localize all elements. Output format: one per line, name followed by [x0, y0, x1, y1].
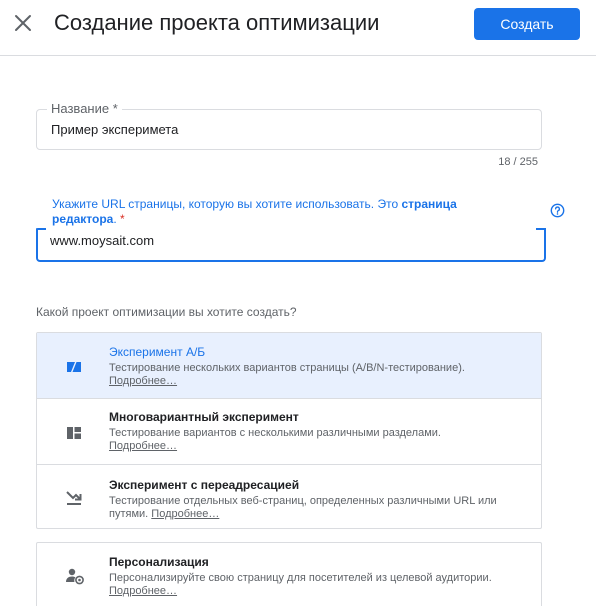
multivariate-icon [67, 427, 81, 439]
name-char-counter: 18 / 255 [498, 156, 538, 168]
option-title: Эксперимент с переадресацией [109, 478, 300, 492]
create-button[interactable]: Создать [474, 8, 580, 40]
required-star: * [120, 212, 125, 226]
project-type-question: Какой проект оптимизации вы хотите созда… [36, 305, 297, 319]
option-title: Многовариантный эксперимент [109, 410, 299, 424]
url-input[interactable]: www.moysait.com [36, 228, 546, 262]
option-redirect-test[interactable]: Эксперимент с переадресацией Тестировани… [37, 464, 541, 528]
option-description: Персонализируйте свою страницу для посет… [109, 572, 492, 597]
close-icon[interactable] [12, 12, 34, 34]
help-icon[interactable] [550, 203, 565, 218]
option-title: Персонализация [109, 555, 209, 569]
name-field-label: Название * [47, 100, 122, 118]
page-title: Создание проекта оптимизации [54, 10, 380, 35]
learn-more-link[interactable]: Подробнее… [109, 585, 177, 597]
learn-more-link[interactable]: Подробнее… [151, 508, 219, 520]
option-description: Тестирование нескольких вариантов страни… [109, 362, 465, 387]
project-type-options: Эксперимент А/Б Тестирование нескольких … [36, 332, 542, 529]
option-multivariate-test[interactable]: Многовариантный эксперимент Тестирование… [37, 398, 541, 464]
app-header: Создание проекта оптимизации Создать [0, 0, 596, 56]
ab-test-icon [67, 362, 81, 372]
name-input[interactable]: Название * Пример эксперимета [36, 100, 542, 150]
learn-more-link[interactable]: Подробнее… [109, 440, 177, 452]
option-personalization[interactable]: Персонализация Персонализируйте свою стр… [36, 542, 542, 606]
option-title: Эксперимент А/Б [109, 345, 206, 359]
redirect-icon [66, 491, 82, 505]
option-ab-test[interactable]: Эксперимент А/Б Тестирование нескольких … [37, 333, 541, 398]
url-field-value[interactable]: www.moysait.com [50, 233, 154, 249]
option-description: Тестирование вариантов с несколькими раз… [109, 427, 441, 452]
option-description: Тестирование отдельных веб-страниц, опре… [109, 495, 497, 520]
name-field-value[interactable]: Пример эксперимета [51, 122, 178, 138]
personalization-icon [66, 568, 84, 585]
learn-more-link[interactable]: Подробнее… [109, 375, 177, 387]
url-field-label: Укажите URL страницы, которую вы хотите … [52, 197, 457, 226]
